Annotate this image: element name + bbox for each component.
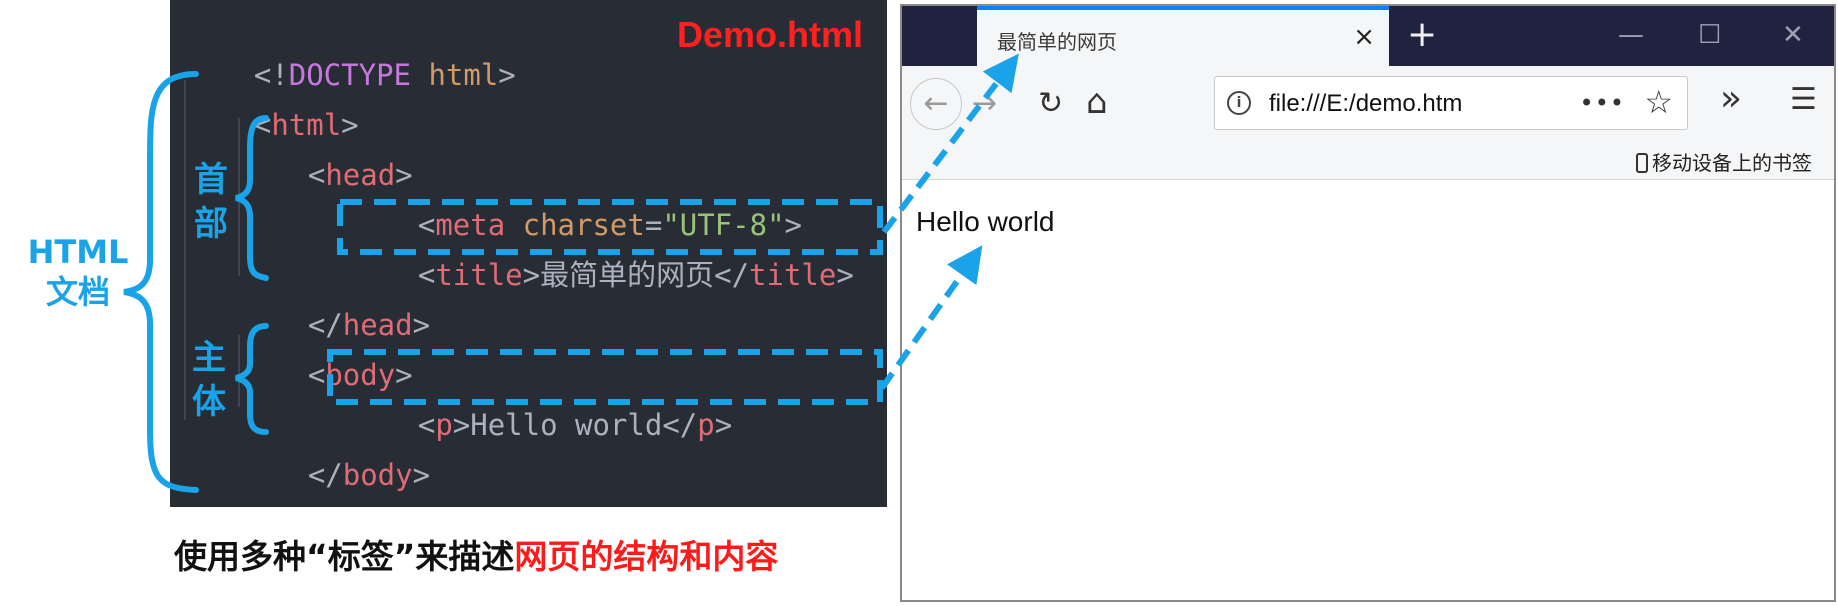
html-document-label: HTML 文档 [18, 232, 138, 312]
code-tag: p [697, 408, 715, 442]
code-punct: > [714, 408, 733, 442]
code-line-html-close: </html> [184, 450, 376, 500]
overflow-icon[interactable]: » [1720, 78, 1742, 119]
code-punct: > [412, 458, 431, 492]
reload-icon[interactable]: ↻ [1038, 86, 1063, 121]
code-punct: > [522, 258, 541, 292]
bookmarks-toolbar: 移动设备上的书签 [902, 140, 1834, 180]
tab-close-icon[interactable]: × [1353, 22, 1375, 52]
bookmark-star-icon[interactable]: ☆ [1644, 83, 1673, 121]
body-section-label-line2: 体 [192, 382, 226, 422]
code-text: 最简单的网页 [540, 258, 715, 292]
back-icon[interactable]: ← [910, 78, 962, 130]
close-window-icon[interactable]: ✕ [1782, 20, 1804, 50]
mobile-bookmarks-item[interactable]: 移动设备上的书签 [1636, 147, 1812, 176]
code-line-p: <p>Hello world</p> [348, 350, 732, 442]
head-section-label-line1: 首 [194, 160, 228, 200]
home-icon[interactable]: ⌂ [1086, 82, 1108, 122]
tab-title: 最简单的网页 [997, 30, 1117, 54]
code-punct: </ [714, 258, 750, 292]
code-tag: title [749, 258, 837, 292]
body-section-label-line1: 主 [192, 338, 226, 378]
code-attr: html [428, 58, 499, 92]
menu-icon[interactable]: ☰ [1790, 82, 1817, 117]
code-line-doctype: <!DOCTYPE html> [184, 0, 516, 92]
maximize-icon[interactable]: ☐ [1698, 20, 1721, 50]
info-icon[interactable]: i [1227, 91, 1251, 115]
caption: 使用多种“标签”来描述网页的结构和内容 [174, 530, 778, 578]
phone-icon [1636, 153, 1648, 173]
code-tag: title [435, 258, 523, 292]
url-bar[interactable]: i file:///E:/demo.htm ••• ☆ [1214, 76, 1688, 130]
page-content-text: Hello world [916, 206, 1055, 237]
code-punct: > [452, 408, 471, 442]
code-line-meta: <meta charset="UTF-8"> [348, 150, 802, 242]
browser-tab[interactable]: 最简单的网页 × [977, 6, 1389, 66]
html-document-label-line2: 文档 [45, 273, 110, 311]
url-text[interactable]: file:///E:/demo.htm [1269, 90, 1462, 118]
code-punct: > [836, 258, 854, 292]
code-line-head-open: <head> [238, 100, 413, 192]
code-tag: p [435, 408, 453, 442]
code-line-body-open: <body> [238, 300, 413, 392]
browser-navbar: ← → ↻ ⌂ i file:///E:/demo.htm ••• ☆ » ☰ [902, 66, 1834, 140]
code-punct: < [307, 158, 326, 192]
caption-highlight: 网页的结构和内容 [514, 537, 779, 576]
browser-window: 最简单的网页 × + — ☐ ✕ ← → ↻ ⌂ i file:///E:/de… [900, 4, 1836, 602]
code-line-title: <title>最简单的网页</title> [348, 200, 854, 292]
head-section-label-line2: 部 [194, 204, 228, 244]
code-line-head-close: </head> [238, 250, 430, 342]
code-text: Hello world [470, 408, 663, 442]
mobile-bookmarks-label: 移动设备上的书签 [1652, 151, 1812, 175]
forward-icon[interactable]: → [972, 86, 997, 121]
code-editor: <!DOCTYPE html> <html> <head> <meta char… [170, 0, 887, 507]
html-document-label-line1: HTML [27, 233, 129, 271]
more-actions-icon[interactable]: ••• [1580, 89, 1625, 117]
code-punct: > [412, 308, 431, 342]
caption-main: 使用多种“标签”来描述 [174, 537, 515, 576]
body-section-label: 主 体 [188, 336, 230, 424]
head-section-label: 首 部 [190, 158, 232, 246]
code-punct: < [307, 358, 326, 392]
code-punct: > [498, 58, 516, 92]
new-tab-icon[interactable]: + [1407, 14, 1437, 55]
code-line-body-close: </body> [238, 400, 430, 492]
code-punct: </ [662, 408, 698, 442]
code-line-html-open: <html> [184, 50, 359, 142]
browser-titlebar: 最简单的网页 × + — ☐ ✕ [902, 6, 1834, 66]
file-title: Demo.html [676, 14, 863, 55]
minimize-icon[interactable]: — [1618, 20, 1644, 50]
